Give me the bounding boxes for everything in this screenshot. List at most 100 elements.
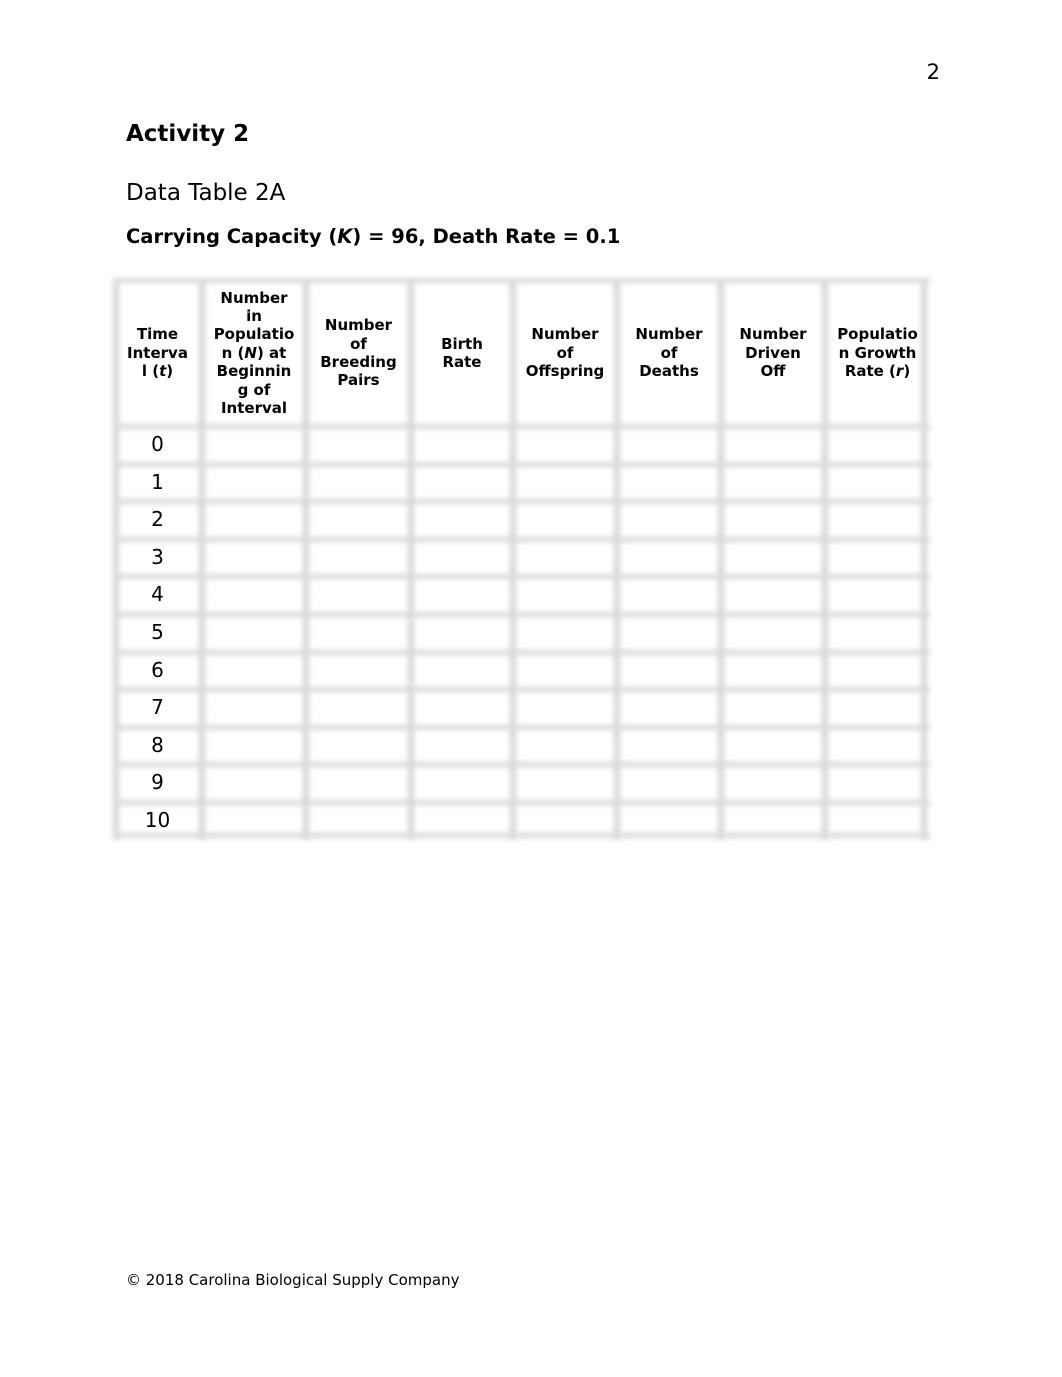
table-cell[interactable] [513, 614, 617, 652]
header-line: of [660, 343, 678, 362]
table-cell[interactable] [202, 501, 306, 539]
table-cell[interactable] [411, 501, 513, 539]
table-cell[interactable] [825, 764, 930, 802]
table-subtitle: Carrying Capacity (K) = 96, Death Rate =… [126, 225, 620, 248]
table-cell[interactable] [721, 727, 825, 765]
table-cell[interactable] [721, 689, 825, 727]
table-cell[interactable] [513, 501, 617, 539]
table-cell[interactable] [306, 464, 411, 502]
table-cell[interactable] [411, 652, 513, 690]
table-cell[interactable] [825, 802, 930, 840]
table-cell[interactable] [617, 652, 721, 690]
table-cell[interactable] [825, 464, 930, 502]
table-cell[interactable] [411, 689, 513, 727]
table-cell[interactable] [306, 727, 411, 765]
header-line: Deaths [639, 362, 699, 381]
table-cell[interactable] [411, 764, 513, 802]
header-line: Pairs [337, 371, 380, 390]
table-cell[interactable] [721, 426, 825, 464]
table-cell[interactable] [202, 727, 306, 765]
header-line: of [350, 334, 367, 353]
table-cell[interactable] [306, 652, 411, 690]
time-interval-cell: 7 [151, 695, 164, 720]
column-header: Time Interva l (t) [113, 278, 202, 426]
copyright-footer: © 2018 Carolina Biological Supply Compan… [126, 1271, 460, 1289]
table-cell[interactable] [306, 501, 411, 539]
table-cell[interactable] [721, 652, 825, 690]
table-cell[interactable] [825, 501, 930, 539]
table-cell[interactable] [411, 539, 513, 577]
table-cell[interactable] [411, 576, 513, 614]
table-cell[interactable] [617, 614, 721, 652]
table-cell[interactable] [721, 764, 825, 802]
table-cell[interactable] [617, 539, 721, 577]
table-cell[interactable] [306, 764, 411, 802]
table-cell[interactable] [202, 464, 306, 502]
table-cell[interactable] [721, 576, 825, 614]
column-header: Number of Deaths [617, 278, 721, 426]
table-cell[interactable] [513, 576, 617, 614]
table-cell[interactable] [617, 464, 721, 502]
table-cell[interactable] [306, 614, 411, 652]
header-line: n Growth [838, 343, 917, 362]
table-cell[interactable] [825, 539, 930, 577]
table-cell[interactable] [202, 539, 306, 577]
table-cell[interactable] [513, 426, 617, 464]
table-cell[interactable] [306, 576, 411, 614]
table-cell[interactable] [411, 426, 513, 464]
table-cell[interactable] [617, 764, 721, 802]
column-header: Number Driven Off [721, 278, 825, 426]
time-interval-cell: 6 [151, 657, 164, 682]
table-cell[interactable] [202, 614, 306, 652]
table-cell[interactable] [411, 614, 513, 652]
table-cell[interactable] [825, 727, 930, 765]
page-number: 2 [926, 60, 940, 84]
header-line: Birth [441, 334, 483, 353]
table-cell[interactable] [617, 426, 721, 464]
column-header: Birth Rate [411, 278, 513, 426]
table-cell[interactable] [306, 539, 411, 577]
column-header: Populatio n Growth Rate (r) [825, 278, 930, 426]
table-cell[interactable] [306, 689, 411, 727]
time-interval-cell: 4 [151, 582, 164, 607]
table-cell[interactable] [617, 802, 721, 840]
table-cell[interactable] [825, 426, 930, 464]
table-cell[interactable] [202, 802, 306, 840]
table-cell[interactable] [513, 764, 617, 802]
header-line: Number [635, 325, 703, 344]
table-cell[interactable] [825, 576, 930, 614]
table-cell[interactable] [721, 501, 825, 539]
table-cell[interactable] [617, 501, 721, 539]
table-cell[interactable] [721, 464, 825, 502]
table-cell[interactable] [617, 727, 721, 765]
table-cell[interactable] [617, 576, 721, 614]
table-cell[interactable] [513, 464, 617, 502]
table-cell[interactable] [513, 689, 617, 727]
table-cell[interactable] [825, 614, 930, 652]
table-cell[interactable] [513, 727, 617, 765]
header-line: Driven [745, 343, 801, 362]
column-header: Number in Populatio n (N) at Beginnin g of Int… [202, 278, 306, 426]
table-cell[interactable] [202, 652, 306, 690]
table-cell[interactable] [202, 426, 306, 464]
table-cell[interactable] [513, 539, 617, 577]
table-cell[interactable] [306, 802, 411, 840]
activity-title: Activity 2 [126, 121, 250, 147]
table-cell[interactable] [513, 802, 617, 840]
table-cell[interactable] [617, 689, 721, 727]
table-cell[interactable] [411, 727, 513, 765]
table-title: Data Table 2A [126, 180, 286, 206]
table-cell[interactable] [202, 576, 306, 614]
table-cell[interactable] [721, 539, 825, 577]
table-cell[interactable] [825, 689, 930, 727]
table-cell[interactable] [721, 614, 825, 652]
table-cell[interactable] [202, 689, 306, 727]
time-interval-cell: 5 [151, 620, 164, 644]
table-cell[interactable] [306, 426, 411, 464]
table-cell[interactable] [411, 802, 513, 840]
table-cell[interactable] [513, 652, 617, 690]
table-cell[interactable] [411, 464, 513, 502]
table-cell[interactable] [825, 652, 930, 690]
table-cell[interactable] [202, 764, 306, 802]
table-cell[interactable] [721, 802, 825, 840]
